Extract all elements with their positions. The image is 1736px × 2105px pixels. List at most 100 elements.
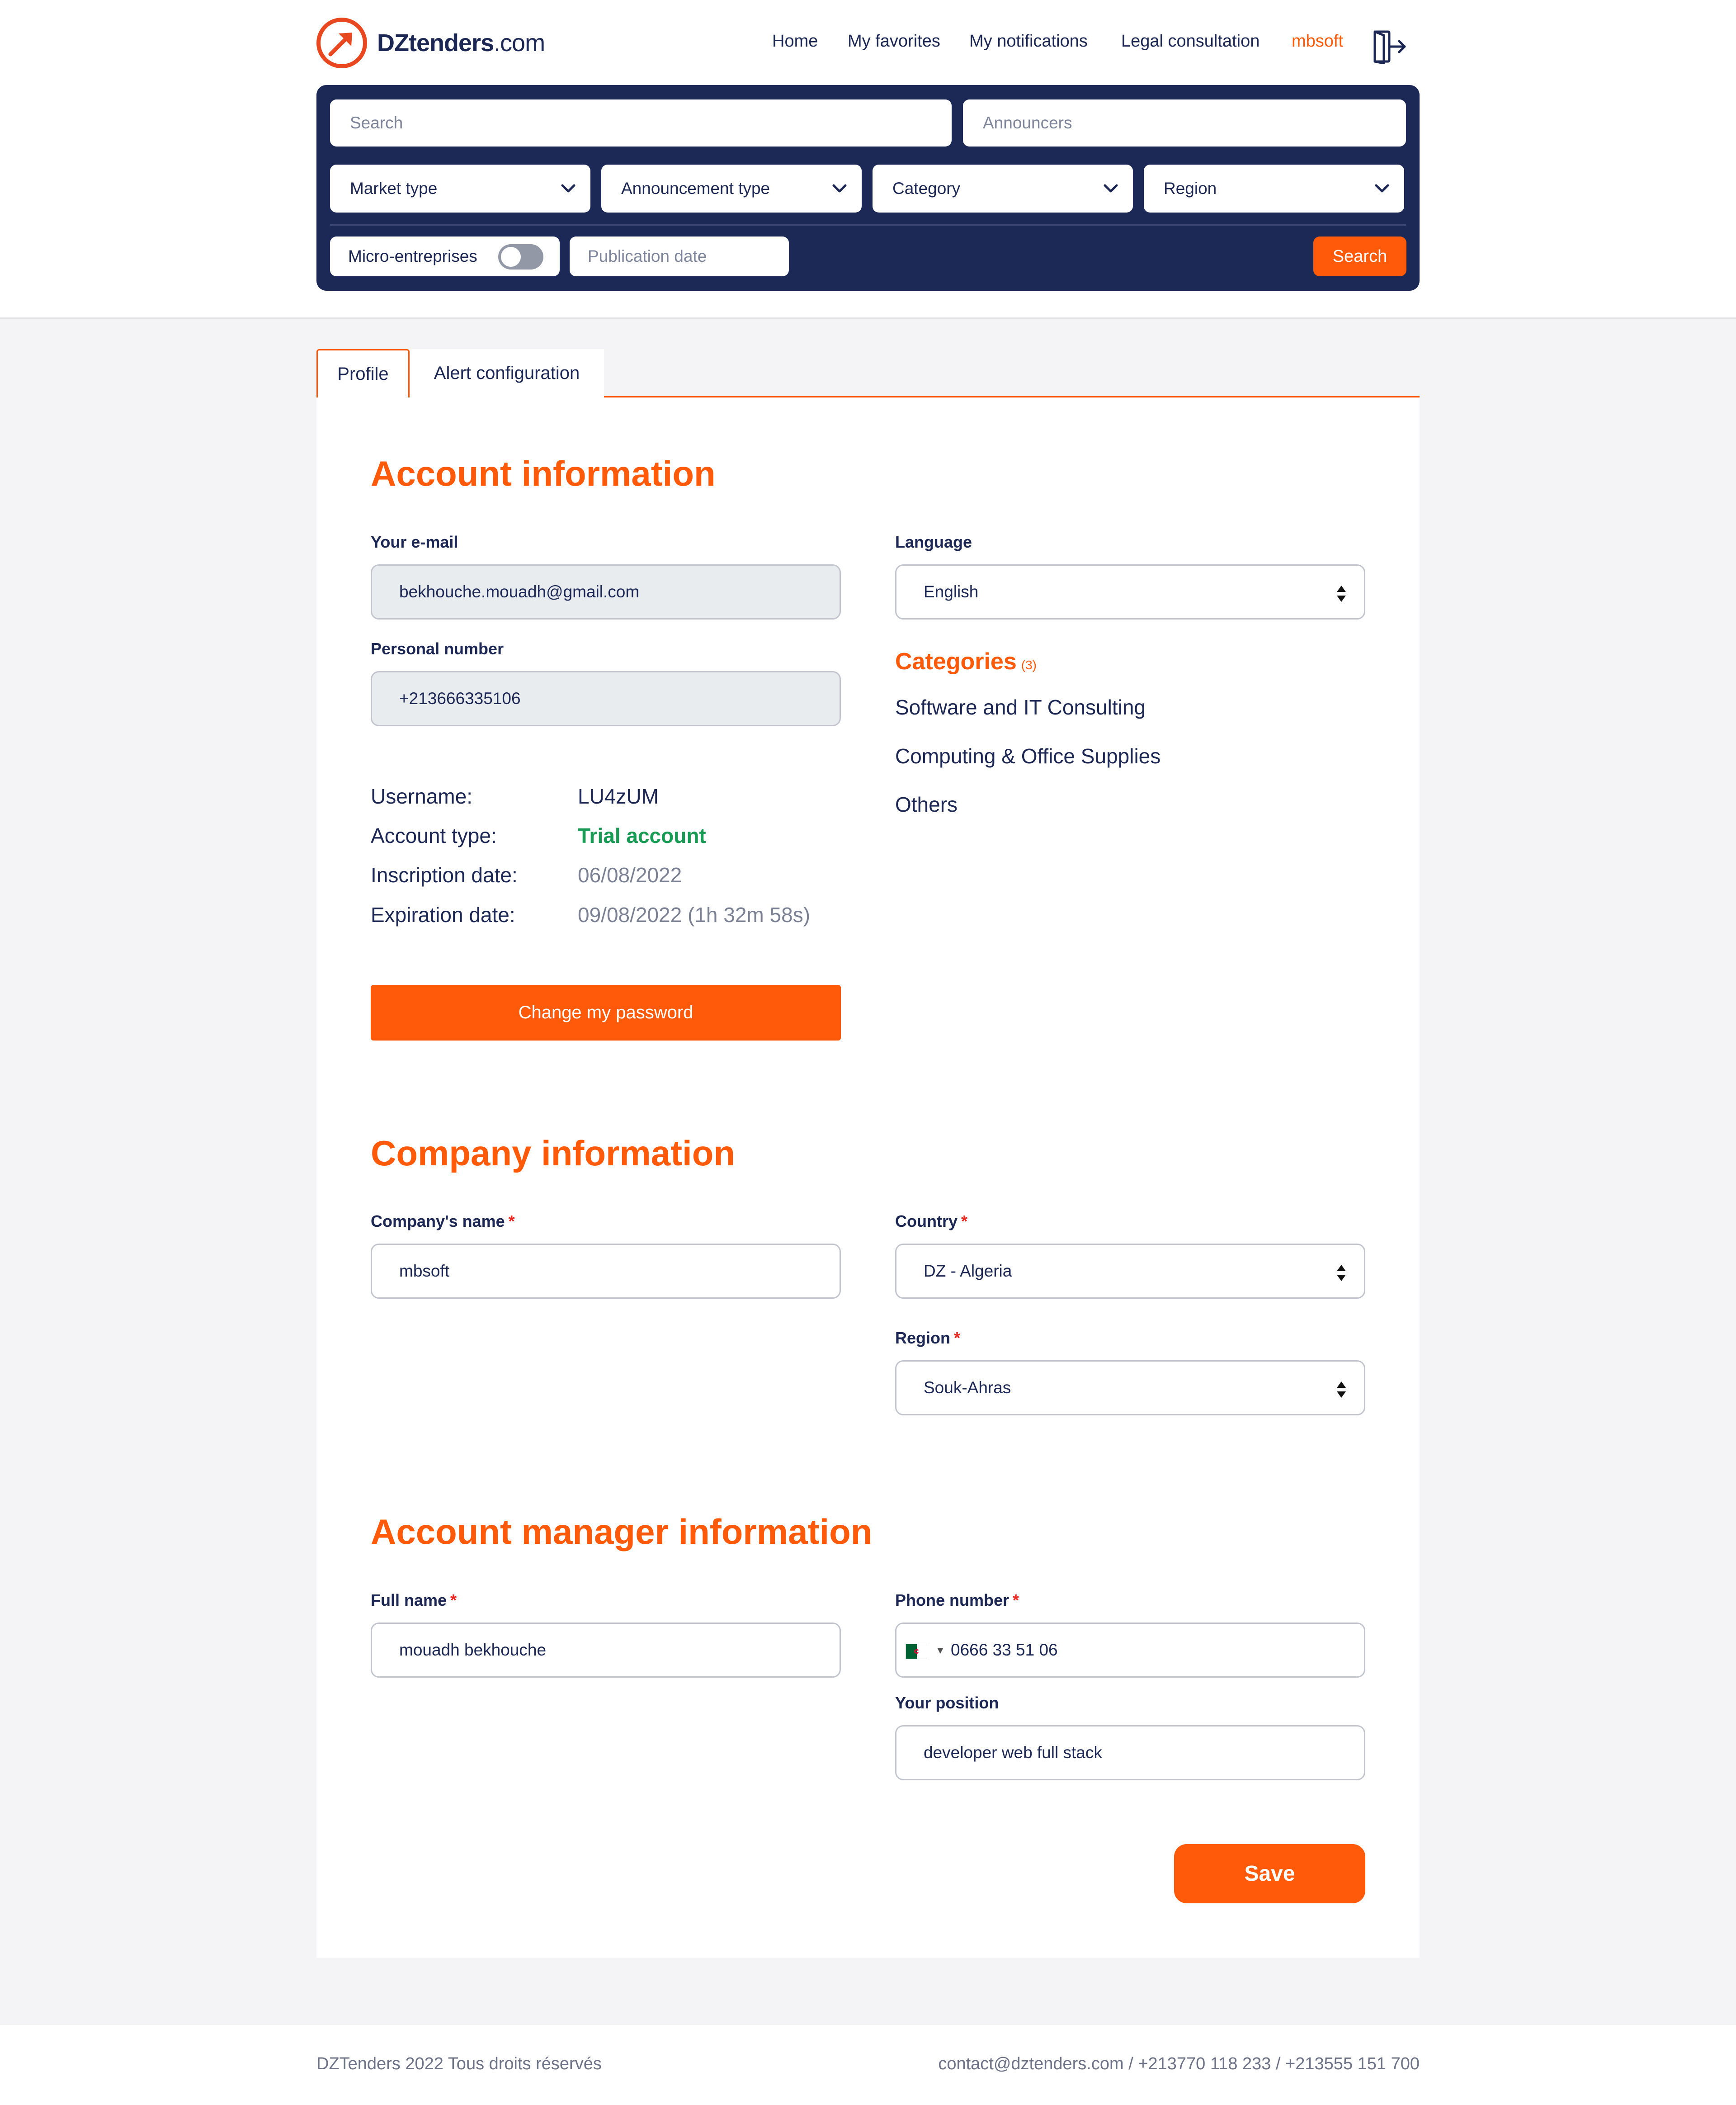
select-arrows-icon: [1337, 1265, 1346, 1281]
footer: [0, 2025, 1736, 2105]
profile-card: [316, 397, 1420, 1958]
language-label: Language: [895, 533, 972, 551]
category-item: Computing & Office Supplies: [895, 744, 1161, 768]
nav-legal-link[interactable]: Legal consultation: [1121, 32, 1260, 51]
inscription-date-value: 06/08/2022: [578, 863, 682, 887]
region-select[interactable]: Region: [1144, 165, 1404, 213]
full-name-label: Full name *: [371, 1591, 457, 1610]
search-placeholder: Search: [350, 114, 403, 132]
company-name-label: Company's name *: [371, 1212, 515, 1231]
personal-number-field[interactable]: +213666335106: [371, 671, 841, 726]
company-region-label-text: Region: [895, 1329, 950, 1347]
company-region-value: Souk-Ahras: [924, 1378, 1011, 1397]
caret-down-icon[interactable]: ▼: [935, 1645, 945, 1656]
company-name-label-text: Company's name: [371, 1212, 505, 1230]
company-region-select[interactable]: Souk-Ahras: [895, 1360, 1365, 1415]
country-select[interactable]: DZ - Algeria: [895, 1244, 1365, 1299]
categories-title-text: Categories: [895, 648, 1017, 675]
full-name-label-text: Full name: [371, 1591, 447, 1609]
inscription-date-key: Inscription date:: [371, 863, 518, 887]
micro-entreprises-label: Micro-entreprises: [348, 247, 477, 265]
chevron-down-icon: [561, 184, 576, 193]
full-name-value: mouadh bekhouche: [399, 1641, 547, 1659]
nav-user-link[interactable]: mbsoft: [1292, 32, 1343, 51]
categories-count: (3): [1021, 658, 1037, 672]
brand-logo[interactable]: DZtenders.com: [316, 17, 545, 69]
search-panel: Search Announcers Market type Announceme…: [316, 85, 1420, 291]
publication-date-input[interactable]: Publication date: [570, 237, 789, 276]
company-name-value: mbsoft: [399, 1262, 450, 1280]
username-key: Username:: [371, 785, 472, 808]
tab-profile[interactable]: Profile: [316, 349, 410, 397]
micro-entreprises-filter: Micro-entreprises: [330, 237, 560, 276]
profile-tabs: Profile Alert configuration: [316, 349, 1420, 397]
logout-icon[interactable]: [1372, 29, 1407, 65]
brand-name: DZtenders.com: [377, 29, 545, 57]
algeria-flag-icon[interactable]: [906, 1644, 927, 1659]
personal-number-label: Personal number: [371, 639, 504, 658]
expiration-date-key: Expiration date:: [371, 903, 515, 927]
country-label-text: Country: [895, 1212, 958, 1230]
chevron-down-icon: [1375, 184, 1389, 193]
position-label: Your position: [895, 1693, 999, 1712]
announcers-placeholder: Announcers: [983, 114, 1072, 132]
country-value: DZ - Algeria: [924, 1262, 1012, 1280]
announcers-input[interactable]: Announcers: [963, 99, 1406, 147]
manager-info-title: Account manager information: [371, 1512, 873, 1552]
language-value: English: [924, 582, 979, 601]
market-type-label: Market type: [350, 179, 438, 198]
phone-number-label-text: Phone number: [895, 1591, 1010, 1609]
logo-arrow-icon: [316, 18, 367, 68]
footer-copyright: DZTenders 2022 Tous droits réservés: [316, 2054, 602, 2073]
account-type-key: Account type:: [371, 824, 497, 847]
announcement-type-select[interactable]: Announcement type: [601, 165, 862, 213]
top-navigation: Home My favorites My notifications Legal…: [769, 32, 1420, 61]
categories-title: Categories (3): [895, 648, 1037, 675]
search-button[interactable]: Search: [1313, 237, 1406, 276]
required-mark: *: [961, 1212, 968, 1230]
select-arrows-icon: [1337, 586, 1346, 602]
phone-number-field[interactable]: ▼ 0666 33 51 06: [895, 1623, 1365, 1678]
company-name-field[interactable]: mbsoft: [371, 1244, 841, 1299]
company-region-label: Region *: [895, 1329, 960, 1348]
required-mark: *: [954, 1329, 961, 1347]
micro-entreprises-toggle[interactable]: [498, 244, 543, 270]
language-select[interactable]: English: [895, 564, 1365, 620]
announcement-type-label: Announcement type: [621, 179, 770, 198]
chevron-down-icon: [1104, 184, 1118, 193]
market-type-select[interactable]: Market type: [330, 165, 590, 213]
publication-date-placeholder: Publication date: [588, 247, 707, 265]
category-item: Others: [895, 793, 958, 816]
footer-contact: contact@dztenders.com / +213770 118 233 …: [938, 2054, 1420, 2073]
company-info-title: Company information: [371, 1133, 736, 1173]
personal-number-value: +213666335106: [399, 689, 521, 708]
account-type-value: Trial account: [578, 824, 706, 847]
phone-number-label: Phone number *: [895, 1591, 1019, 1610]
category-item: Software and IT Consulting: [895, 695, 1146, 719]
expiration-date-value: 09/08/2022 (1h 32m 58s): [578, 903, 811, 927]
username-value: LU4zUM: [578, 785, 659, 808]
required-mark: *: [508, 1212, 515, 1230]
search-divider: [330, 224, 1406, 226]
tab-alert-configuration[interactable]: Alert configuration: [410, 349, 604, 397]
required-mark: *: [1013, 1591, 1019, 1609]
save-button[interactable]: Save: [1174, 1844, 1365, 1903]
position-value: developer web full stack: [924, 1743, 1102, 1762]
account-info-title: Account information: [371, 454, 716, 493]
category-select[interactable]: Category: [873, 165, 1133, 213]
select-arrows-icon: [1337, 1381, 1346, 1398]
nav-notifications-link[interactable]: My notifications: [969, 32, 1088, 51]
change-password-button[interactable]: Change my password: [371, 985, 841, 1041]
email-value: bekhouche.mouadh@gmail.com: [399, 582, 640, 601]
chevron-down-icon: [832, 184, 847, 193]
nav-favorites-link[interactable]: My favorites: [848, 32, 940, 51]
email-field[interactable]: bekhouche.mouadh@gmail.com: [371, 564, 841, 620]
full-name-field[interactable]: mouadh bekhouche: [371, 1623, 841, 1678]
search-input[interactable]: Search: [330, 99, 952, 147]
required-mark: *: [450, 1591, 457, 1609]
position-field[interactable]: developer web full stack: [895, 1725, 1365, 1780]
nav-home-link[interactable]: Home: [772, 32, 818, 51]
region-label: Region: [1164, 179, 1217, 198]
email-label: Your e-mail: [371, 533, 458, 551]
category-label: Category: [892, 179, 961, 198]
